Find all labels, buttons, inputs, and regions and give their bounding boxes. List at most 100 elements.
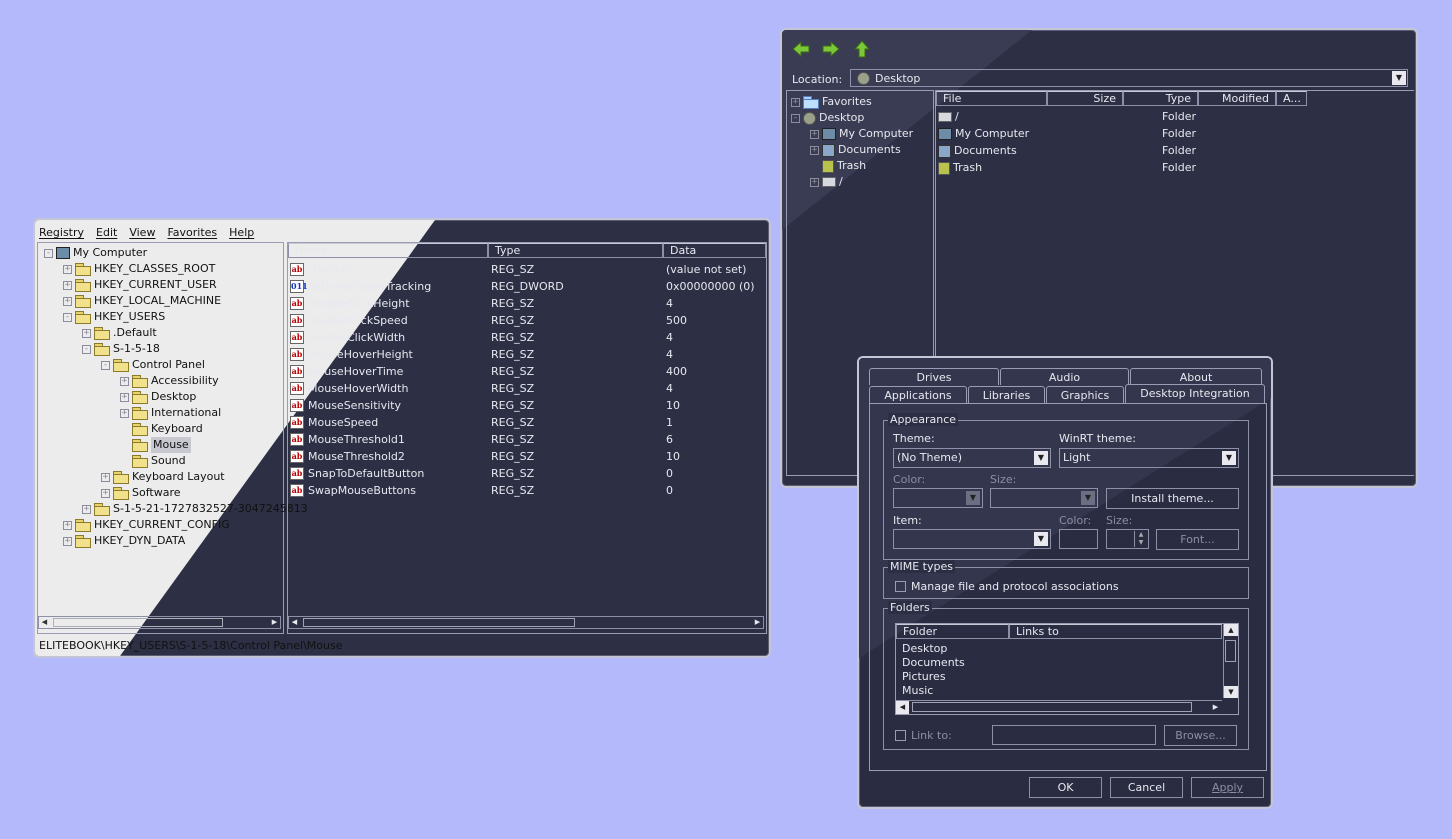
value-row[interactable]: ab SwapMouseButtons bbox=[290, 482, 490, 499]
expand-plus-icon[interactable]: + bbox=[810, 145, 819, 155]
tree-item[interactable]: + Software bbox=[101, 485, 181, 501]
scroll-thumb[interactable] bbox=[53, 618, 223, 627]
location-combobox[interactable]: Desktop ▼ bbox=[850, 69, 1408, 87]
apply-button[interactable]: Apply bbox=[1191, 777, 1264, 798]
collapse-minus-icon[interactable]: - bbox=[791, 113, 800, 123]
tab-about[interactable]: About bbox=[1130, 368, 1262, 385]
tree-item[interactable]: + HKEY_CURRENT_CONFIG bbox=[63, 517, 230, 533]
scroll-left-icon[interactable]: ◀ bbox=[289, 617, 300, 628]
file-row[interactable]: My Computer bbox=[938, 126, 1029, 142]
column-name[interactable]: Name bbox=[288, 243, 488, 258]
expand-plus-icon[interactable]: + bbox=[82, 328, 91, 338]
tree-item[interactable]: Sound bbox=[120, 453, 186, 469]
expand-plus-icon[interactable]: + bbox=[120, 376, 129, 386]
folders-list[interactable]: Folder Links to ▲ ▼ ◀ ▶ Desktop Documents… bbox=[895, 623, 1239, 715]
size-select[interactable]: ▼ bbox=[990, 488, 1098, 508]
expand-plus-icon[interactable]: + bbox=[63, 520, 72, 530]
scroll-right-icon[interactable]: ▶ bbox=[269, 617, 280, 628]
tree-item[interactable]: - S-1-5-18 bbox=[82, 341, 160, 357]
tab-libraries[interactable]: Libraries bbox=[968, 386, 1045, 403]
tree-item[interactable]: + International bbox=[120, 405, 221, 421]
scroll-left-icon[interactable]: ◀ bbox=[39, 617, 50, 628]
scroll-up-icon[interactable]: ▲ bbox=[1224, 624, 1238, 636]
scroll-thumb[interactable] bbox=[303, 618, 575, 627]
value-row[interactable]: ab MouseThreshold2 bbox=[290, 448, 490, 465]
tree-item[interactable]: + HKEY_CLASSES_ROOT bbox=[63, 261, 215, 277]
value-row[interactable]: ab MouseThreshold1 bbox=[290, 431, 490, 448]
scroll-thumb[interactable] bbox=[1225, 640, 1236, 662]
scroll-thumb[interactable] bbox=[912, 702, 1192, 712]
tree-item[interactable]: Trash bbox=[810, 158, 866, 174]
winrt-theme-select[interactable]: Light ▼ bbox=[1059, 448, 1239, 468]
column-attributes[interactable]: A... bbox=[1276, 91, 1307, 106]
tree-item[interactable]: - My Computer bbox=[44, 245, 147, 261]
tree-item[interactable]: + Accessibility bbox=[120, 373, 219, 389]
ok-button[interactable]: OK bbox=[1029, 777, 1102, 798]
dropdown-arrow-icon[interactable]: ▼ bbox=[1392, 71, 1406, 85]
collapse-minus-icon[interactable]: - bbox=[82, 344, 91, 354]
folder-row[interactable]: Music bbox=[902, 684, 933, 698]
up-arrow-icon[interactable] bbox=[853, 40, 871, 58]
value-row[interactable]: ab MouseHoverWidth bbox=[290, 380, 490, 397]
tree-item[interactable]: + HKEY_CURRENT_USER bbox=[63, 277, 217, 293]
tree-item[interactable]: + Keyboard Layout bbox=[101, 469, 225, 485]
column-type[interactable]: Type bbox=[488, 243, 663, 258]
tree-horizontal-scrollbar[interactable]: ◀ ▶ bbox=[38, 616, 281, 629]
tab-audio[interactable]: Audio bbox=[1000, 368, 1129, 385]
registry-values-pane[interactable]: Name Type Data ab (Default) REG_SZ (value n… bbox=[287, 242, 767, 634]
expand-plus-icon[interactable]: + bbox=[82, 504, 91, 514]
tree-item[interactable]: + Desktop bbox=[120, 389, 196, 405]
cancel-button[interactable]: Cancel bbox=[1110, 777, 1183, 798]
file-row[interactable]: / bbox=[938, 109, 959, 125]
column-size[interactable]: Size bbox=[1047, 91, 1123, 106]
value-row[interactable]: ab (Default) bbox=[290, 261, 490, 278]
value-row[interactable]: ab MouseHoverHeight bbox=[290, 346, 490, 363]
spin-arrows-icon[interactable]: ▲ ▼ bbox=[1134, 531, 1147, 547]
menu-registry[interactable]: Registry bbox=[39, 226, 84, 242]
browse-button[interactable]: Browse... bbox=[1164, 725, 1237, 746]
value-row[interactable]: ab SnapToDefaultButton bbox=[290, 465, 490, 482]
link-to-checkbox[interactable] bbox=[895, 730, 906, 741]
tab-applications[interactable]: Applications bbox=[869, 386, 967, 403]
column-links-to[interactable]: Links to bbox=[1009, 624, 1222, 639]
expand-plus-icon[interactable]: + bbox=[63, 536, 72, 546]
expand-plus-icon[interactable]: + bbox=[810, 129, 819, 139]
collapse-minus-icon[interactable]: - bbox=[63, 312, 72, 322]
scroll-down-icon[interactable]: ▼ bbox=[1224, 686, 1238, 698]
tree-item[interactable]: Mouse bbox=[120, 437, 191, 453]
folder-row[interactable]: Documents bbox=[902, 656, 965, 670]
back-arrow-icon[interactable] bbox=[792, 40, 810, 58]
scroll-left-icon[interactable]: ◀ bbox=[896, 701, 909, 714]
values-horizontal-scrollbar[interactable]: ◀ ▶ bbox=[288, 616, 764, 629]
item-size-spinner[interactable]: ▲ ▼ bbox=[1106, 529, 1149, 549]
font-button[interactable]: Font... bbox=[1156, 529, 1239, 550]
tab-desktop-integration[interactable]: Desktop Integration bbox=[1125, 384, 1265, 403]
menu-view[interactable]: View bbox=[129, 226, 155, 242]
expand-plus-icon[interactable]: + bbox=[63, 280, 72, 290]
menu-edit[interactable]: Edit bbox=[96, 226, 117, 242]
tree-item[interactable]: + HKEY_LOCAL_MACHINE bbox=[63, 293, 221, 309]
dropdown-arrow-icon[interactable]: ▼ bbox=[1081, 491, 1095, 505]
collapse-minus-icon[interactable]: - bbox=[44, 248, 53, 258]
expand-plus-icon[interactable]: + bbox=[120, 408, 129, 418]
value-row[interactable]: ab DoubleClickSpeed bbox=[290, 312, 490, 329]
value-row[interactable]: ab DoubleClickHeight bbox=[290, 295, 490, 312]
menu-help[interactable]: Help bbox=[229, 226, 254, 242]
expand-plus-icon[interactable]: + bbox=[810, 177, 819, 187]
tree-item[interactable]: + .Default bbox=[82, 325, 157, 341]
color-select[interactable]: ▼ bbox=[893, 488, 983, 508]
tab-graphics[interactable]: Graphics bbox=[1046, 386, 1124, 403]
horizontal-scrollbar[interactable]: ◀ ▶ bbox=[896, 700, 1222, 714]
expand-plus-icon[interactable]: + bbox=[101, 488, 110, 498]
column-modified[interactable]: Modified bbox=[1198, 91, 1276, 106]
item-color-button[interactable] bbox=[1059, 529, 1098, 549]
expand-plus-icon[interactable]: + bbox=[63, 296, 72, 306]
folder-row[interactable]: Desktop bbox=[902, 642, 947, 656]
registry-tree-pane[interactable]: - My Computer + HKEY_CLASSES_ROOT + HKEY_CURR… bbox=[37, 242, 308, 634]
manage-associations-checkbox[interactable] bbox=[895, 581, 906, 592]
menu-favorites[interactable]: Favorites bbox=[167, 226, 217, 242]
column-file[interactable]: File bbox=[936, 91, 1047, 106]
tree-item[interactable]: Keyboard bbox=[120, 421, 203, 437]
expand-plus-icon[interactable]: + bbox=[791, 97, 800, 107]
item-select[interactable]: ▼ bbox=[893, 529, 1051, 549]
